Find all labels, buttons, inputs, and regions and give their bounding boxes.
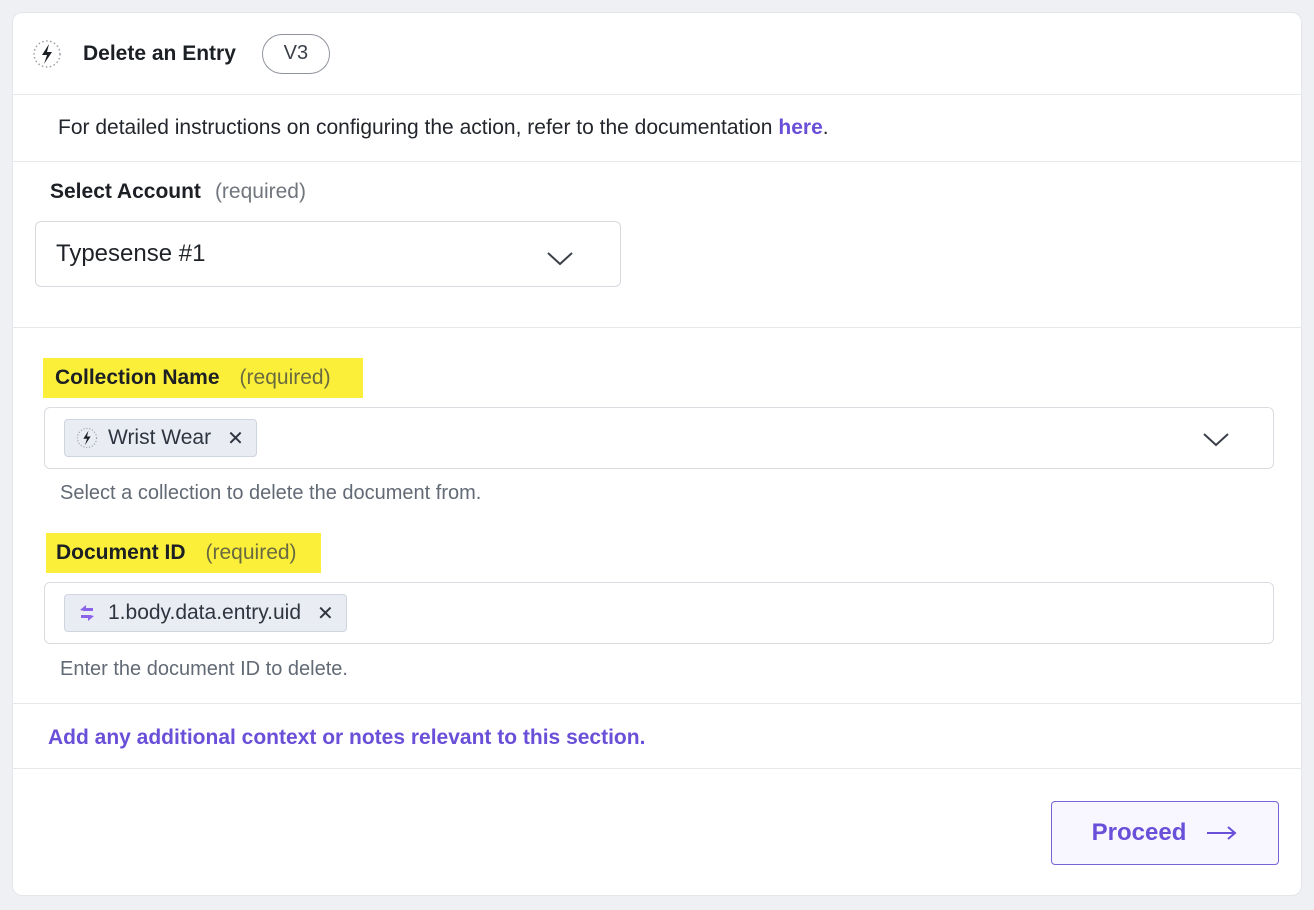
documentation-link[interactable]: here xyxy=(778,116,822,140)
account-label-text: Select Account xyxy=(50,180,201,203)
account-label: Select Account (required) xyxy=(50,180,306,204)
close-icon[interactable]: ✕ xyxy=(317,601,334,626)
collection-label-text: Collection Name xyxy=(55,366,220,389)
document-id-chip: 1.body.data.entry.uid ✕ xyxy=(64,594,347,632)
divider xyxy=(13,703,1301,704)
version-badge[interactable]: V3 xyxy=(261,33,330,74)
document-help-text: Enter the document ID to delete. xyxy=(60,658,348,680)
collection-select[interactable]: Wrist Wear ✕ xyxy=(44,407,1274,469)
collection-chip-label: Wrist Wear xyxy=(108,426,212,449)
collection-label: Collection Name (required) xyxy=(43,358,363,398)
typesense-lightning-icon xyxy=(32,39,62,69)
documentation-info: For detailed instructions on configuring… xyxy=(13,95,1301,162)
divider xyxy=(13,768,1301,769)
info-suffix: . xyxy=(822,116,829,139)
action-config-card: Delete an Entry V3 For detailed instruct… xyxy=(12,12,1302,896)
chevron-down-icon[interactable] xyxy=(1202,432,1230,453)
collection-required-text: (required) xyxy=(239,366,331,389)
card-header: Delete an Entry V3 xyxy=(13,13,1301,95)
arrow-right-icon xyxy=(1206,825,1238,841)
document-required-text: (required) xyxy=(205,541,297,564)
info-text: For detailed instructions on configuring… xyxy=(58,116,773,139)
collection-help-text: Select a collection to delete the docume… xyxy=(60,482,482,504)
proceed-button-label: Proceed xyxy=(1091,819,1187,846)
close-icon[interactable]: ✕ xyxy=(227,426,244,451)
chevron-down-icon xyxy=(546,246,574,274)
document-label: Document ID (required) xyxy=(46,533,321,573)
document-id-field[interactable]: 1.body.data.entry.uid ✕ xyxy=(44,582,1274,644)
add-notes-link[interactable]: Add any additional context or notes rele… xyxy=(48,726,645,750)
account-required-text: (required) xyxy=(214,180,306,203)
account-select-value: Typesense #1 xyxy=(56,240,206,267)
page-title: Delete an Entry xyxy=(83,41,236,65)
proceed-button[interactable]: Proceed xyxy=(1051,801,1279,865)
typesense-lightning-icon xyxy=(75,426,99,450)
document-label-text: Document ID xyxy=(56,541,186,564)
account-select[interactable]: Typesense #1 xyxy=(35,221,621,287)
document-id-chip-label: 1.body.data.entry.uid xyxy=(108,601,302,624)
variable-link-icon xyxy=(75,601,99,625)
collection-chip: Wrist Wear ✕ xyxy=(64,419,257,457)
